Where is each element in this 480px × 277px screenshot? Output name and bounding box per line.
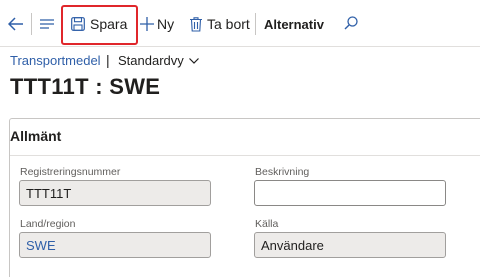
search-icon[interactable] [342, 14, 360, 32]
source-field[interactable]: Användare [254, 232, 446, 258]
registration-number-label: Registreringsnummer [20, 166, 121, 178]
hamburger-icon[interactable] [37, 14, 57, 34]
description-field[interactable] [254, 180, 446, 206]
view-selector-label: Standardvy [118, 53, 184, 68]
source-label: Källa [255, 218, 279, 230]
page-title: TTT11T : SWE [10, 74, 161, 99]
description-label: Beskrivning [255, 166, 310, 178]
new-button-label: Ny [157, 16, 175, 32]
plus-icon [140, 17, 154, 31]
view-selector[interactable]: Standardvy [118, 53, 199, 68]
breadcrumb-link[interactable]: Transportmedel [10, 53, 101, 68]
registration-number-field[interactable]: TTT11T [19, 180, 211, 206]
options-button[interactable]: Alternativ [264, 11, 324, 37]
new-button[interactable]: Ny [140, 11, 174, 37]
country-region-field[interactable]: SWE [19, 232, 211, 258]
chevron-down-icon [188, 57, 199, 64]
delete-button[interactable]: Ta bort [190, 11, 250, 37]
save-highlight-box [61, 5, 138, 45]
trash-icon [190, 16, 202, 32]
breadcrumb-separator: | [106, 52, 110, 68]
delete-button-label: Ta bort [207, 16, 250, 32]
toolbar-bottom-border [0, 46, 480, 47]
back-arrow-icon[interactable] [6, 14, 26, 34]
country-region-label: Land/region [20, 218, 76, 230]
section-divider [10, 155, 480, 156]
section-header[interactable]: Allmänt [10, 128, 61, 144]
toolbar-divider [255, 13, 256, 35]
toolbar-divider [31, 13, 32, 35]
options-button-label: Alternativ [264, 16, 324, 32]
